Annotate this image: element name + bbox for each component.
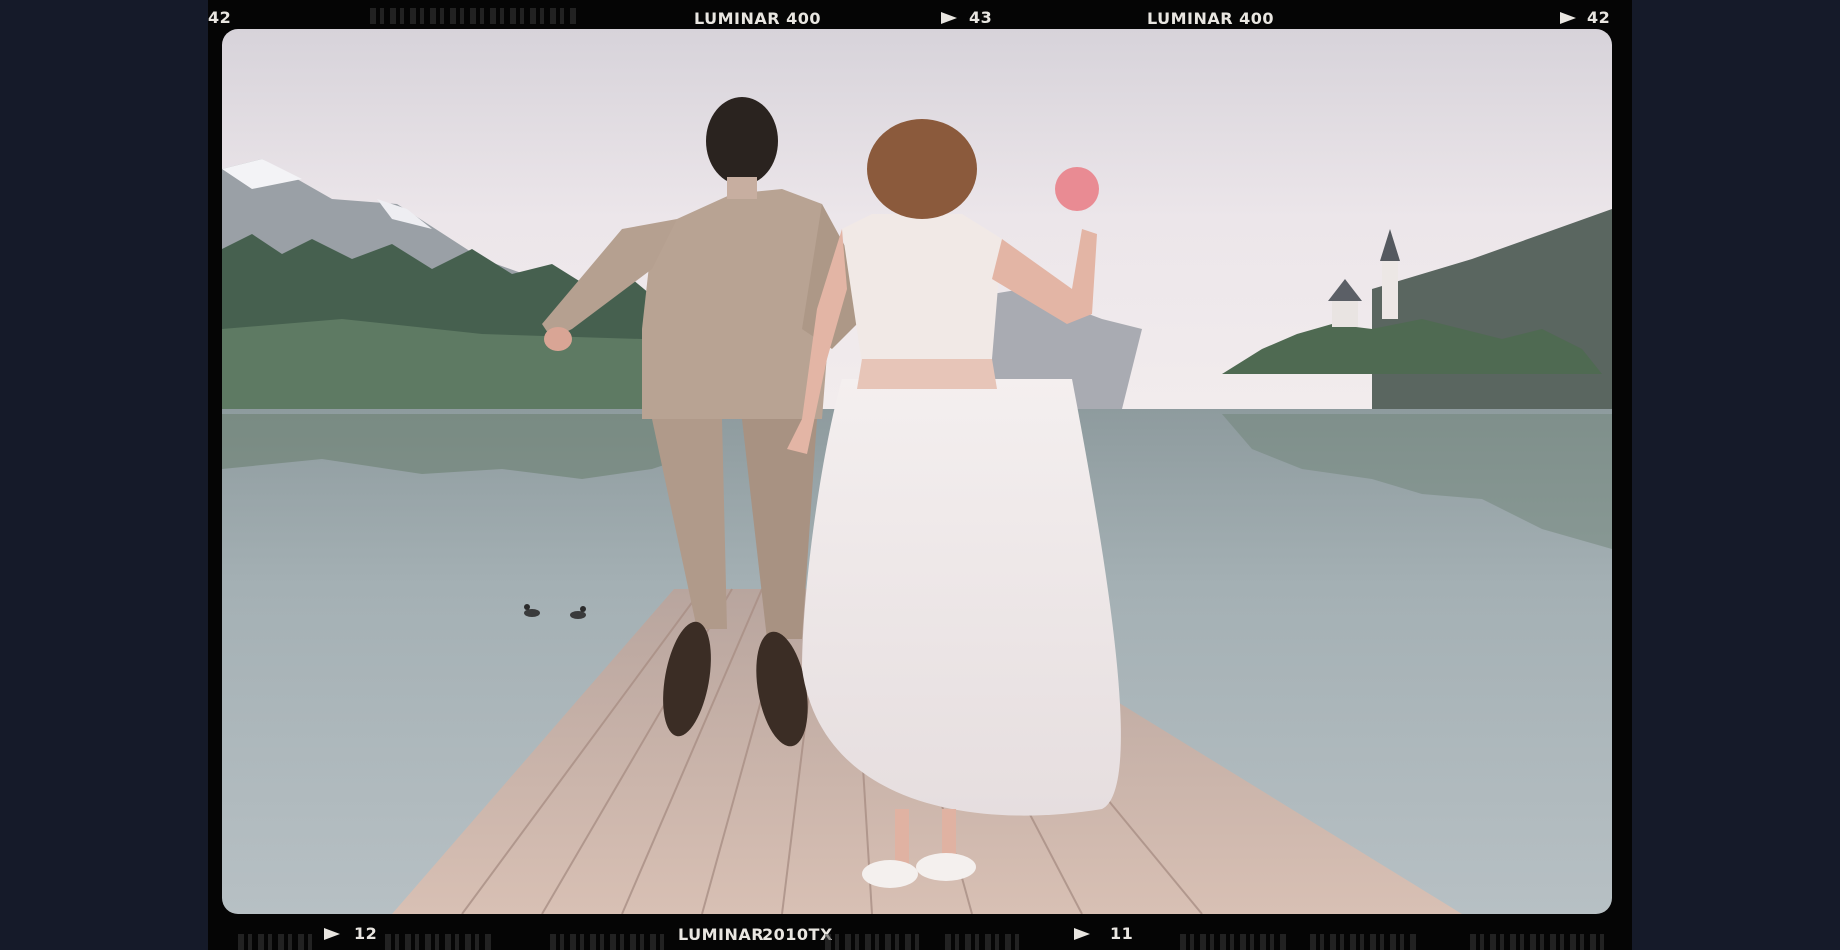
church-tower	[1382, 259, 1398, 319]
brand-label-top-1: LUMINAR 400	[694, 9, 822, 28]
church	[1332, 299, 1358, 327]
frame-number-bottom-right: 11	[1110, 924, 1134, 943]
frame-number-top-left: 42	[208, 8, 232, 27]
wedding-photo	[222, 29, 1612, 914]
frame-number-top-right: 42	[1587, 8, 1611, 27]
brand-label-bottom: LUMINAR	[678, 925, 765, 944]
arrow-icon	[1560, 12, 1576, 24]
duck	[524, 609, 540, 617]
edge-code-bottom-8	[1470, 934, 1610, 950]
frame-number-top-mid: 43	[969, 8, 993, 27]
photo-illustration	[222, 29, 1612, 914]
frame-number-bottom-left: 12	[354, 924, 378, 943]
edge-code-bottom-4	[825, 934, 925, 950]
edge-code-top	[370, 8, 580, 24]
duck	[570, 611, 586, 619]
edge-code-bottom-1	[238, 934, 318, 950]
arrow-icon	[941, 12, 957, 24]
edge-code-bottom-7	[1310, 934, 1420, 950]
edge-code-bottom-3	[550, 934, 670, 950]
edge-code-bottom-2	[385, 934, 495, 950]
edge-code-bottom-5	[945, 934, 1025, 950]
edge-code-bottom-6	[1180, 934, 1290, 950]
brand-label-top-2: LUMINAR 400	[1147, 9, 1275, 28]
bouquet	[1055, 167, 1099, 211]
film-code-bottom: 2010TX	[762, 925, 833, 944]
arrow-icon	[324, 928, 340, 940]
arrow-icon	[1074, 928, 1090, 940]
